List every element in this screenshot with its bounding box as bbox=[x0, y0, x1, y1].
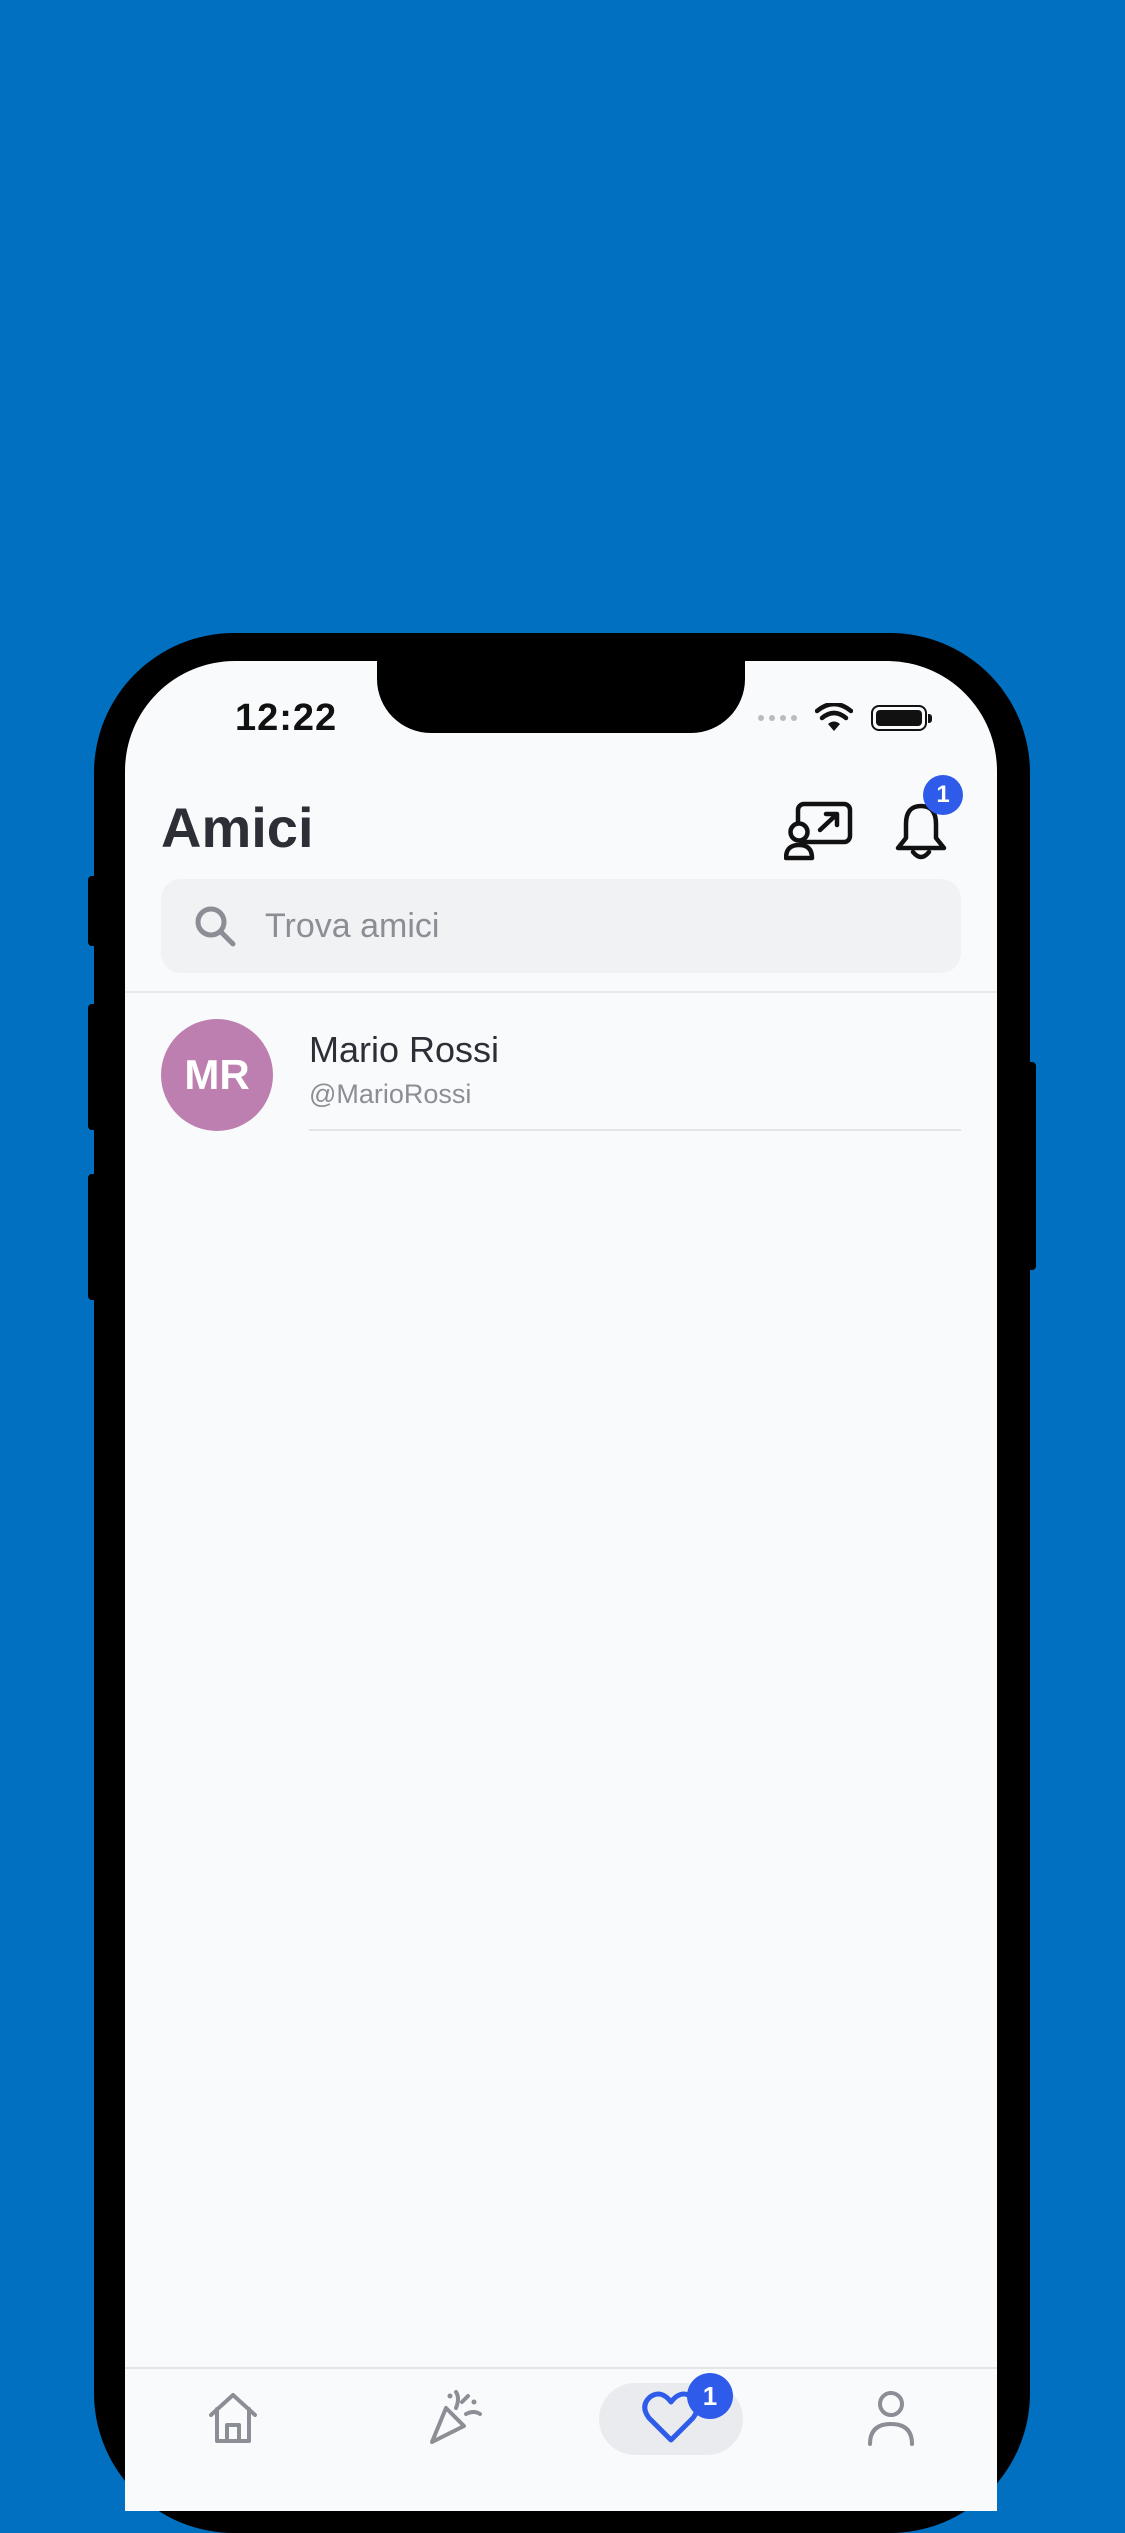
battery-icon bbox=[871, 705, 932, 731]
home-icon bbox=[209, 2393, 257, 2443]
phone-silent-switch bbox=[88, 876, 98, 946]
header-divider bbox=[125, 991, 997, 993]
share-contact-icon bbox=[784, 801, 853, 861]
friend-handle: @MarioRossi bbox=[309, 1079, 472, 1109]
search-placeholder: Trova amici bbox=[265, 906, 440, 945]
search-field[interactable]: Trova amici bbox=[161, 879, 961, 973]
tab-events[interactable] bbox=[425, 2387, 485, 2447]
status-time: 12:22 bbox=[235, 697, 338, 739]
avatar: MR bbox=[161, 1019, 273, 1131]
tab-profile[interactable] bbox=[861, 2387, 921, 2447]
row-divider bbox=[309, 1129, 961, 1131]
app-screen: 12:22 Amici 1 Trova amici MR Mario Rossi… bbox=[125, 661, 997, 2511]
friend-list-item[interactable]: MR Mario Rossi @MarioRossi bbox=[161, 1019, 961, 1133]
phone-volume-down bbox=[88, 1174, 98, 1300]
tab-friends[interactable]: 1 bbox=[641, 2373, 733, 2447]
status-indicators bbox=[758, 701, 932, 735]
friend-name: Mario Rossi bbox=[309, 1029, 500, 1070]
notch bbox=[377, 661, 745, 733]
notifications-button[interactable]: 1 bbox=[885, 775, 963, 867]
party-popper-icon bbox=[430, 2390, 482, 2444]
share-profile-button[interactable] bbox=[783, 795, 855, 867]
cellular-signal-icon bbox=[758, 715, 797, 721]
search-icon bbox=[195, 906, 236, 947]
tab-home[interactable] bbox=[203, 2387, 263, 2447]
tab-friends-badge: 1 bbox=[687, 2373, 733, 2419]
phone-power-button bbox=[1026, 1062, 1036, 1270]
notification-badge: 1 bbox=[923, 775, 963, 815]
tab-bar: 1 bbox=[125, 2367, 997, 2511]
phone-volume-up bbox=[88, 1004, 98, 1130]
page-title: Amici bbox=[161, 796, 314, 859]
person-icon bbox=[868, 2391, 914, 2446]
wifi-icon bbox=[815, 703, 853, 731]
